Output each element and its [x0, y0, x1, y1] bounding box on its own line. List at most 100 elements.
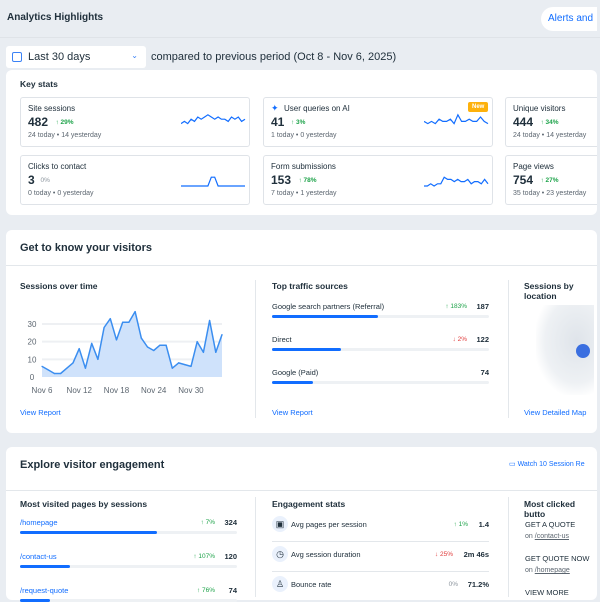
view-map-link[interactable]: View Detailed Map — [524, 408, 586, 417]
engagement-stat-label: Bounce rate — [291, 580, 332, 589]
page-row[interactable]: /homepage ↑ 7% 324 — [20, 518, 237, 534]
data-point — [97, 358, 99, 360]
stat-value: 754 — [513, 173, 534, 187]
divider — [6, 265, 597, 266]
watch-sessions-link[interactable]: ▭ Watch 10 Session Re — [509, 460, 593, 469]
key-stats-title: Key stats — [20, 79, 58, 89]
page-bar — [20, 565, 237, 568]
page-value: 324 — [224, 518, 237, 527]
stat-card[interactable]: Page views 754 ↑ 27% 35 today • 23 yeste… — [505, 155, 597, 205]
date-range-value: Last 30 days — [28, 51, 91, 63]
engagement-title: Explore visitor engagement — [20, 459, 165, 471]
stat-change: ↑ 3% — [291, 119, 306, 126]
stat-card[interactable]: Form submissions 153 ↑ 78% 7 today • 1 y… — [263, 155, 493, 205]
engagement-stat-value: 71.2% — [467, 580, 489, 589]
stat-value: 153 — [271, 173, 292, 187]
stat-card[interactable]: ✦ User queries on AI New 41 ↑ 3% 1 today… — [263, 97, 493, 147]
button-page-link[interactable]: /contact-us — [535, 533, 569, 540]
stat-card[interactable]: Site sessions 482 ↑ 29% 24 today • 14 ye… — [20, 97, 250, 147]
location-title: Sessions by location — [524, 281, 574, 301]
page-row[interactable]: /contact-us ↑ 107% 120 — [20, 552, 237, 568]
page-change: ↑ 107% — [193, 553, 215, 560]
traffic-source-row[interactable]: Direct ↓ 2% 122 — [272, 335, 489, 351]
yesterday-count: 1 yesterday — [300, 190, 337, 197]
traffic-source-row[interactable]: Google (Paid) 74 — [272, 368, 489, 384]
y-tick-label: 0 — [30, 373, 35, 382]
buttons-title: Most clicked butto — [524, 499, 576, 519]
pages-icon: ▣ — [272, 516, 288, 532]
traffic-view-report-link[interactable]: View Report — [272, 408, 313, 417]
visitors-title: Get to know your visitors — [20, 242, 153, 254]
button-label: GET A QUOTE — [525, 520, 576, 529]
data-point — [215, 351, 217, 353]
data-point — [171, 367, 173, 369]
traffic-value: 187 — [476, 302, 489, 311]
engagement-stat-row: ♙ Bounce rate 0% 71.2% — [272, 576, 489, 596]
data-point — [208, 319, 211, 322]
data-point — [184, 364, 186, 366]
stat-change: 0% — [40, 177, 50, 184]
sparkline — [424, 176, 489, 187]
page-change: ↑ 76% — [196, 587, 215, 594]
clicked-button-item: VIEW MORE — [525, 588, 595, 597]
data-point — [41, 365, 43, 367]
traffic-value: 74 — [480, 368, 489, 377]
traffic-bar — [272, 348, 489, 351]
watch-label: Watch 10 Session Re — [517, 461, 585, 468]
page-change: ↑ 7% — [200, 519, 215, 526]
stat-today: 24 today • 14 yesterday — [513, 132, 587, 139]
data-point — [140, 337, 142, 339]
page-value: 120 — [224, 552, 237, 561]
yesterday-count: 0 yesterday — [300, 132, 337, 139]
x-tick-label: Nov 30 — [178, 386, 204, 395]
data-point — [221, 334, 223, 336]
data-point — [103, 326, 105, 329]
sessions-title: Sessions over time — [20, 281, 98, 291]
engagement-stat-value: 1.4 — [478, 520, 489, 529]
sparkline — [181, 176, 245, 187]
stat-today: 24 today • 14 yesterday — [28, 132, 102, 139]
engagement-stat-change: ↑ 1% — [453, 521, 468, 528]
traffic-source-row[interactable]: Google search partners (Referral) ↑ 183%… — [272, 302, 489, 318]
data-point — [53, 372, 56, 375]
engagement-stat-row: ▣ Avg pages per session ↑ 1% 1.4 — [272, 516, 489, 542]
location-marker[interactable] — [576, 344, 590, 358]
clicked-button-item: GET A QUOTE on /contact-us — [525, 520, 595, 540]
data-point — [165, 344, 167, 346]
button-label: VIEW MORE — [525, 588, 569, 597]
data-point — [47, 369, 49, 371]
stat-value: 482 — [28, 115, 49, 129]
yesterday-count: 14 yesterday — [61, 132, 102, 139]
divider — [508, 280, 509, 418]
page-bar — [20, 531, 237, 534]
traffic-source-label: Google (Paid) — [272, 368, 319, 377]
page-title: Analytics Highlights — [7, 12, 104, 23]
divider — [508, 497, 509, 597]
stat-card[interactable]: Unique visitors 444 ↑ 34% 24 today • 14 … — [505, 97, 597, 147]
traffic-change: ↑ 183% — [445, 303, 467, 310]
stat-today: 1 today • 0 yesterday — [271, 132, 337, 139]
sparkline — [181, 114, 246, 125]
traffic-value: 122 — [476, 335, 489, 344]
date-range-select[interactable]: Last 30 days ⌄ — [6, 46, 146, 68]
sparkle-icon: ✦ — [271, 103, 279, 113]
engagement-stat-value: 2m 46s — [463, 550, 489, 559]
stat-value: 41 — [271, 115, 285, 129]
stat-value: 3 — [28, 173, 35, 187]
divider — [255, 497, 256, 597]
alerts-button[interactable]: Alerts and — [541, 7, 597, 31]
engagement-stat-label: Avg session duration — [291, 550, 361, 559]
stat-card[interactable]: Clicks to contact 3 0% 0 today • 0 yeste… — [20, 155, 250, 205]
x-tick-label: Nov 18 — [104, 386, 130, 395]
y-tick-label: 30 — [28, 320, 37, 329]
sessions-view-report-link[interactable]: View Report — [20, 408, 61, 417]
engagement-stat-label: Avg pages per session — [291, 520, 367, 529]
button-page-link[interactable]: /homepage — [535, 567, 570, 574]
yesterday-count: 14 yesterday — [546, 132, 587, 139]
x-tick-label: Nov 6 — [32, 386, 53, 395]
data-point — [153, 349, 155, 352]
sessions-chart: 0 10 20 30 Nov 6 Nov 12 Nov 18 Nov 24 Nov 30 — [28, 310, 223, 395]
stat-today: 35 today • 23 yesterday — [513, 190, 587, 197]
x-tick-label: Nov 12 — [67, 386, 93, 395]
top-bar: Analytics Highlights Alerts and — [0, 0, 600, 38]
